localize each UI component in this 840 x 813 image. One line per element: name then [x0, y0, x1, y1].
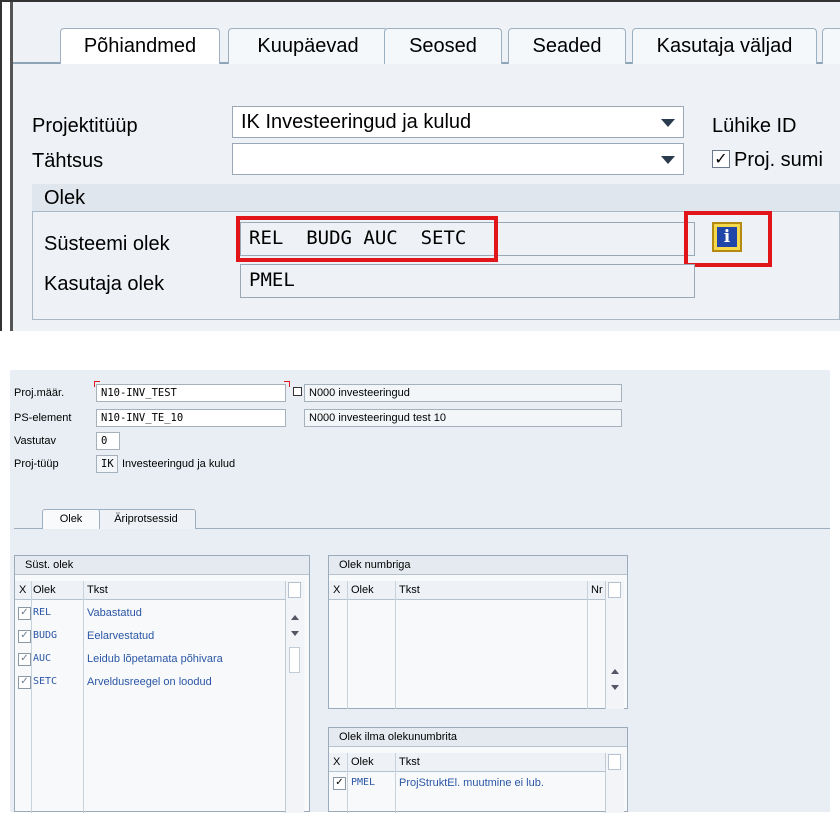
col-olek[interactable]: Olek: [351, 753, 374, 771]
proj-desc-field: N000 investeeringud: [304, 384, 622, 402]
row-code: AUC: [33, 653, 52, 664]
tab-olek[interactable]: Olek: [42, 509, 100, 529]
kasutaja-olek-label: Kasutaja olek: [44, 273, 165, 295]
luhike-id-label: Lühike ID: [712, 115, 797, 137]
row-code: REL: [33, 607, 52, 618]
proj-tuup-label: Proj-tüüp: [14, 458, 59, 470]
col-divider: [395, 581, 396, 709]
tahtsus-dropdown[interactable]: [232, 143, 684, 175]
tab-pohiandmed[interactable]: Põhiandmed: [60, 28, 220, 64]
col-tkst[interactable]: Tkst: [87, 581, 108, 599]
row-checkbox: ✓: [18, 607, 31, 620]
scroll-thumb[interactable]: [289, 647, 300, 673]
syst-olek-group: Süst. olek X Olek Tkst ✓ REL Vabastatud …: [14, 555, 310, 813]
scroll-header-cell: [608, 754, 621, 770]
table-row[interactable]: ✓ PMEL ProjStruktEl. muutmine ei lub.: [329, 774, 605, 792]
table-row[interactable]: ✓ REL Vabastatud: [15, 604, 285, 622]
scroll-up-icon[interactable]: [611, 669, 619, 674]
tab-overflow[interactable]: [822, 28, 840, 64]
systeemi-olek-label: Süsteemi olek: [44, 233, 170, 255]
proj-sum-checkbox[interactable]: ✓: [712, 150, 730, 168]
row-text: Vabastatud: [87, 607, 142, 619]
vertical-scrollbar[interactable]: [605, 581, 624, 709]
row-checkbox: ✓: [18, 630, 31, 643]
olek-ilma-group: Olek ilma olekunumbrita X Olek Tkst ✓ PM…: [328, 727, 628, 813]
row-text: Arveldusreegel on loodud: [87, 676, 212, 688]
vastutav-label: Vastutav: [14, 435, 56, 447]
col-x[interactable]: X: [19, 581, 26, 599]
row-text: Leidub lõpetamata põhivara: [87, 653, 223, 665]
row-code: SETC: [33, 676, 58, 687]
chevron-down-icon: [661, 119, 675, 127]
row-text: ProjStruktEl. muutmine ei lub.: [399, 777, 544, 789]
olek-numbriga-title: Olek numbriga: [329, 556, 627, 575]
highlight-box-status: [236, 216, 498, 262]
scroll-up-icon[interactable]: [291, 615, 299, 620]
table-row[interactable]: ✓ AUC Leidub lõpetamata põhivara: [15, 650, 285, 668]
row-code: PMEL: [351, 777, 376, 788]
row-checkbox: ✓: [18, 676, 31, 689]
vertical-scrollbar[interactable]: [285, 581, 304, 813]
ps-element-label: PS-element: [14, 412, 72, 424]
col-divider: [587, 581, 588, 709]
olek-group-header: [32, 184, 840, 212]
olek-numbriga-group: Olek numbriga X Olek Tkst Nr: [328, 555, 628, 709]
table-row[interactable]: ✓ SETC Arveldusreegel on loodud: [15, 673, 285, 691]
zoomed-panel: Põhiandmed Kuupäevad Seosed Seaded Kasut…: [0, 0, 840, 335]
projektituup-label: Projektitüüp: [32, 115, 138, 137]
col-divider: [347, 581, 348, 709]
projektituup-dropdown[interactable]: IK Investeeringud ja kulud: [232, 106, 684, 138]
scroll-header-cell: [608, 582, 621, 598]
focus-corner: [284, 381, 290, 387]
col-x[interactable]: X: [333, 753, 340, 771]
col-tkst[interactable]: Tkst: [399, 581, 420, 599]
col-tkst[interactable]: Tkst: [399, 753, 420, 771]
col-olek[interactable]: Olek: [351, 581, 374, 599]
ps-element-field[interactable]: N10-INV_TE_10: [96, 409, 286, 427]
col-x[interactable]: X: [333, 581, 340, 599]
vertical-scrollbar[interactable]: [605, 753, 624, 813]
table-row[interactable]: ✓ BUDG Eelarvestatud: [15, 627, 285, 645]
tab-ariprotsessid[interactable]: Äriprotsessid: [96, 509, 196, 529]
col-olek[interactable]: Olek: [33, 581, 56, 599]
vastutav-field[interactable]: 0: [96, 432, 120, 450]
olek-group-title: Olek: [44, 187, 86, 209]
syst-olek-title: Süst. olek: [15, 556, 309, 575]
row-code: BUDG: [33, 630, 58, 641]
scroll-header-cell: [288, 582, 301, 598]
row-text: Eelarvestatud: [87, 630, 155, 642]
tab-kasutaja-valjad[interactable]: Kasutaja väljad: [632, 28, 817, 64]
numbriga-table-header: X Olek Tkst Nr: [329, 581, 605, 600]
proj-tuup-text: Investeeringud ja kulud: [122, 458, 236, 470]
focus-corner: [94, 381, 100, 387]
ilma-table-header: X Olek Tkst: [329, 753, 605, 772]
row-checkbox: ✓: [18, 653, 31, 666]
proj-sum-label: Proj. sumi: [734, 149, 823, 171]
projektituup-value: IK Investeeringud ja kulud: [241, 111, 472, 133]
olek-ilma-title: Olek ilma olekunumbrita: [329, 728, 627, 747]
tab-seosed[interactable]: Seosed: [384, 28, 502, 64]
copy-icon[interactable]: [293, 387, 302, 396]
scroll-down-icon[interactable]: [611, 685, 619, 690]
scroll-down-icon[interactable]: [291, 631, 299, 636]
tahtsus-label: Tähtsus: [32, 150, 104, 172]
proj-maar-label: Proj.määr.: [14, 387, 65, 399]
chevron-down-icon: [661, 156, 675, 164]
tab-seaded[interactable]: Seaded: [508, 28, 626, 64]
proj-tuup-code: IK: [96, 455, 118, 473]
row-checkbox[interactable]: ✓: [333, 777, 346, 790]
proj-maar-field[interactable]: N10-INV_TEST: [96, 384, 286, 402]
syst-table-header: X Olek Tkst: [15, 581, 285, 600]
ps-desc-field: N000 investeeringud test 10: [304, 409, 622, 427]
highlight-box-info: [684, 211, 772, 267]
kasutaja-olek-field: PMEL: [240, 264, 695, 298]
tab-kuupaevad[interactable]: Kuupäevad: [228, 28, 388, 64]
col-nr[interactable]: Nr: [591, 581, 603, 599]
